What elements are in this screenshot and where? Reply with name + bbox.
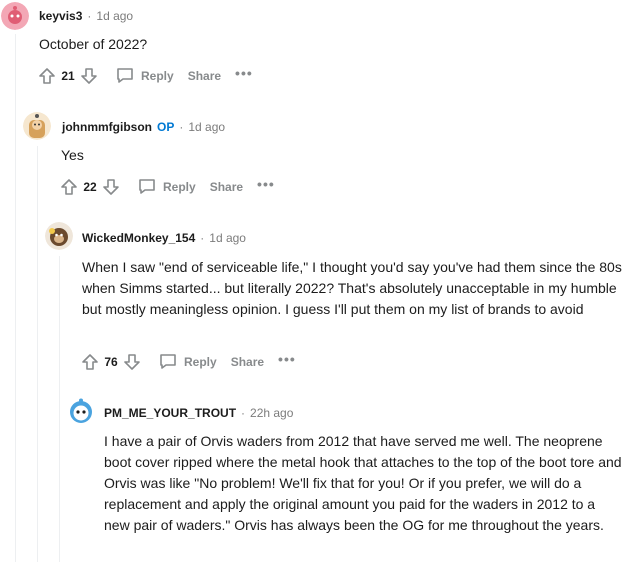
comment-body: Yes xyxy=(61,147,84,163)
downvote-icon[interactable] xyxy=(101,177,121,197)
comment-body: October of 2022? xyxy=(39,36,148,52)
avatar[interactable] xyxy=(1,2,29,30)
meta-separator: · xyxy=(179,120,184,134)
share-button[interactable]: Share xyxy=(231,355,264,369)
timestamp[interactable]: 1d ago xyxy=(96,9,133,23)
timestamp[interactable]: 1d ago xyxy=(188,120,225,134)
vote-score: 76 xyxy=(104,355,118,369)
share-button[interactable]: Share xyxy=(188,69,221,83)
vote-score: 21 xyxy=(61,69,75,83)
avatar[interactable] xyxy=(67,397,95,425)
username[interactable]: PM_ME_YOUR_TROUT xyxy=(104,406,236,420)
more-icon[interactable]: ••• xyxy=(235,66,253,84)
more-icon[interactable]: ••• xyxy=(257,177,275,195)
meta-separator: · xyxy=(241,406,246,420)
meta-separator: · xyxy=(87,9,92,23)
reply-button[interactable]: Reply xyxy=(158,351,217,374)
reply-bubble-icon xyxy=(115,65,141,88)
downvote-icon[interactable] xyxy=(122,352,142,372)
reply-button[interactable]: Reply xyxy=(115,65,174,88)
comment-actions: 22 Reply Share ••• xyxy=(59,175,275,199)
share-button[interactable]: Share xyxy=(210,180,243,194)
upvote-icon[interactable] xyxy=(80,352,100,372)
reply-label: Reply xyxy=(184,355,217,369)
reply-bubble-icon xyxy=(137,176,163,199)
timestamp[interactable]: 22h ago xyxy=(250,406,293,420)
reply-label: Reply xyxy=(141,69,174,83)
downvote-icon[interactable] xyxy=(79,66,99,86)
reply-bubble-icon xyxy=(158,351,184,374)
comment-actions: 21 Reply Share ••• xyxy=(37,64,253,88)
thread-line[interactable] xyxy=(15,34,16,562)
avatar[interactable] xyxy=(45,222,73,250)
upvote-icon[interactable] xyxy=(37,66,57,86)
username[interactable]: johnmmfgibson xyxy=(62,120,152,134)
meta-separator: · xyxy=(200,231,205,245)
comment-body: When I saw "end of serviceable life," I … xyxy=(82,259,622,317)
vote-score: 22 xyxy=(83,180,97,194)
more-icon[interactable]: ••• xyxy=(278,352,296,370)
reply-label: Reply xyxy=(163,180,196,194)
reply-button[interactable]: Reply xyxy=(137,176,196,199)
comment-actions: 76 Reply Share ••• xyxy=(80,350,296,374)
avatar[interactable] xyxy=(23,112,51,140)
username[interactable]: keyvis3 xyxy=(39,9,82,23)
thread-line[interactable] xyxy=(59,256,60,562)
thread-line[interactable] xyxy=(37,146,38,562)
upvote-icon[interactable] xyxy=(59,177,79,197)
op-badge: OP xyxy=(157,120,175,134)
comment-body: I have a pair of Orvis waders from 2012 … xyxy=(104,433,622,533)
username[interactable]: WickedMonkey_154 xyxy=(82,231,195,245)
timestamp[interactable]: 1d ago xyxy=(209,231,246,245)
